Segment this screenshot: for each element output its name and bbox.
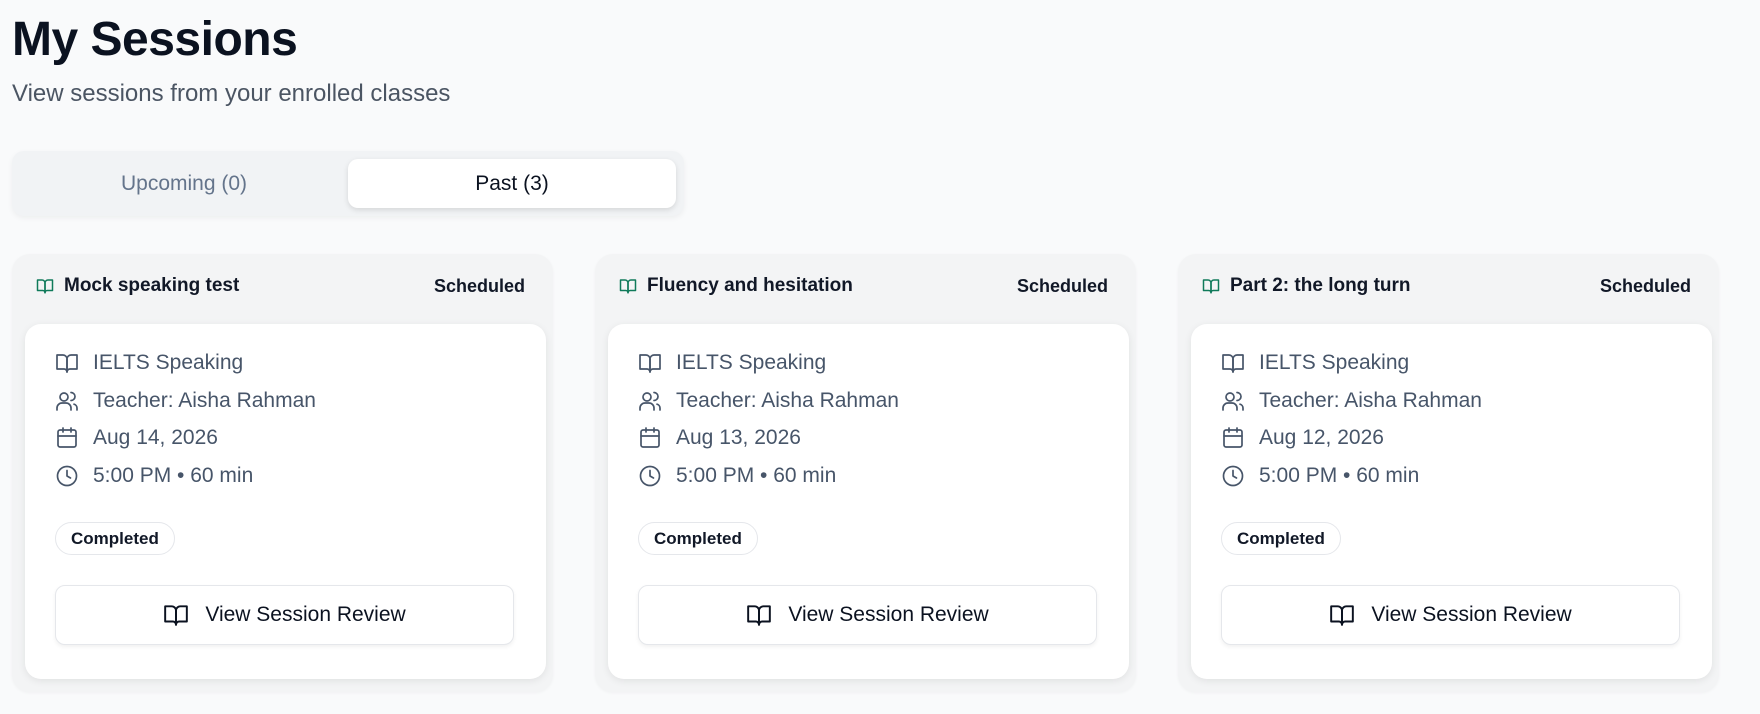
teacher-name: Teacher: Aisha Rahman: [676, 389, 899, 412]
status-badge: Scheduled: [433, 275, 525, 296]
status-badge: Scheduled: [1016, 275, 1108, 296]
book-open-icon: [619, 279, 637, 294]
button-label: View Session Review: [205, 603, 406, 626]
card-title: Mock speaking test: [36, 275, 239, 297]
clock-icon: [639, 465, 661, 487]
page-subtitle: View sessions from your enrolled classes: [12, 80, 451, 107]
book-open-icon: [36, 279, 54, 294]
users-icon: [56, 391, 78, 411]
book-open-icon: [747, 605, 772, 626]
teacher-name: Teacher: Aisha Rahman: [1259, 389, 1482, 412]
teacher-name: Teacher: Aisha Rahman: [93, 389, 316, 412]
calendar-icon: [1223, 427, 1243, 448]
calendar-icon: [57, 427, 77, 448]
completed-badge: Completed: [55, 522, 175, 555]
session-details: IELTS Speaking Teacher: Aisha Rahman Aug…: [1191, 324, 1712, 679]
card-header: Part 2: the long turn Scheduled: [1202, 268, 1691, 304]
card-title: Fluency and hesitation: [619, 275, 853, 297]
date-row: Aug 12, 2026: [1221, 426, 1384, 450]
time-row: 5:00 PM • 60 min: [638, 464, 836, 488]
users-icon: [639, 391, 661, 411]
card-title: Part 2: the long turn: [1202, 275, 1411, 297]
session-date: Aug 13, 2026: [676, 426, 801, 449]
book-open-icon: [639, 354, 661, 373]
session-time: 5:00 PM • 60 min: [93, 464, 254, 487]
calendar-icon: [640, 427, 660, 448]
time-row: 5:00 PM • 60 min: [55, 464, 253, 488]
session-card: Fluency and hesitation Scheduled IELTS S…: [595, 254, 1136, 692]
book-open-icon: [164, 605, 189, 626]
page-title: My Sessions: [12, 13, 298, 66]
session-date: Aug 12, 2026: [1259, 426, 1384, 449]
view-session-review-button[interactable]: View Session Review: [638, 585, 1097, 645]
button-label: View Session Review: [788, 603, 989, 626]
course-name: IELTS Speaking: [676, 351, 827, 374]
session-details: IELTS Speaking Teacher: Aisha Rahman Aug…: [608, 324, 1129, 679]
tab-past[interactable]: Past (3): [348, 159, 676, 208]
session-title: Mock speaking test: [64, 275, 240, 296]
time-row: 5:00 PM • 60 min: [1221, 464, 1419, 488]
tab-upcoming[interactable]: Upcoming (0): [20, 159, 348, 208]
session-card: Mock speaking test Scheduled IELTS Speak…: [12, 254, 553, 692]
session-card: Part 2: the long turn Scheduled IELTS Sp…: [1178, 254, 1719, 692]
completed-badge: Completed: [638, 522, 758, 555]
card-header: Mock speaking test Scheduled: [36, 268, 525, 304]
button-label: View Session Review: [1371, 603, 1572, 626]
status-badge: Scheduled: [1599, 275, 1691, 296]
course-name: IELTS Speaking: [1259, 351, 1410, 374]
course-row: IELTS Speaking: [1221, 351, 1409, 375]
session-title: Part 2: the long turn: [1230, 275, 1411, 296]
teacher-row: Teacher: Aisha Rahman: [55, 389, 316, 413]
session-tabs: Upcoming (0) Past (3): [12, 151, 684, 216]
teacher-row: Teacher: Aisha Rahman: [638, 389, 899, 413]
course-row: IELTS Speaking: [638, 351, 826, 375]
date-row: Aug 14, 2026: [55, 426, 218, 450]
session-details: IELTS Speaking Teacher: Aisha Rahman Aug…: [25, 324, 546, 679]
date-row: Aug 13, 2026: [638, 426, 801, 450]
session-cards: Mock speaking test Scheduled IELTS Speak…: [12, 254, 1719, 692]
course-row: IELTS Speaking: [55, 351, 243, 375]
book-open-icon: [1222, 354, 1244, 373]
view-session-review-button[interactable]: View Session Review: [1221, 585, 1680, 645]
session-time: 5:00 PM • 60 min: [676, 464, 837, 487]
users-icon: [1222, 391, 1244, 411]
session-time: 5:00 PM • 60 min: [1259, 464, 1420, 487]
clock-icon: [1222, 465, 1244, 487]
completed-badge: Completed: [1221, 522, 1341, 555]
teacher-row: Teacher: Aisha Rahman: [1221, 389, 1482, 413]
course-name: IELTS Speaking: [93, 351, 244, 374]
book-open-icon: [1330, 605, 1355, 626]
card-header: Fluency and hesitation Scheduled: [619, 268, 1108, 304]
book-open-icon: [1202, 279, 1220, 294]
clock-icon: [56, 465, 78, 487]
view-session-review-button[interactable]: View Session Review: [55, 585, 514, 645]
book-open-icon: [56, 354, 78, 373]
session-title: Fluency and hesitation: [647, 275, 853, 296]
session-date: Aug 14, 2026: [93, 426, 218, 449]
